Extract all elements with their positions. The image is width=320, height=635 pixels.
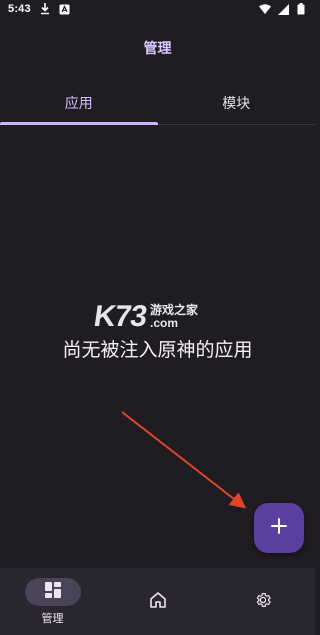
nav-item-home[interactable]	[105, 568, 210, 635]
signal-icon	[277, 3, 289, 15]
add-app-button[interactable]	[254, 503, 304, 553]
download-icon	[39, 3, 51, 15]
tab-bar: 应用 模块	[0, 82, 315, 125]
status-right	[259, 3, 307, 15]
battery-icon	[295, 3, 307, 15]
app-notification-icon	[59, 3, 71, 15]
watermark: K73 游戏之家 .com	[91, 300, 198, 334]
empty-state-message: 尚无被注入原神的应用	[62, 339, 253, 361]
status-bar: 5:43	[0, 0, 315, 18]
tab-apps-label: 应用	[64, 96, 93, 112]
nav-pill-manage	[24, 577, 81, 606]
tab-modules[interactable]: 模块	[158, 82, 316, 124]
nav-item-manage[interactable]: 管理	[0, 568, 105, 635]
settings-icon	[254, 591, 272, 613]
nav-pill-settings	[235, 588, 291, 616]
home-icon	[149, 591, 167, 613]
tab-apps[interactable]: 应用	[0, 82, 158, 125]
wifi-icon	[259, 3, 271, 15]
bottom-navigation: 管理	[0, 568, 315, 635]
dashboard-icon	[44, 581, 61, 602]
status-left: 5:43	[8, 3, 71, 15]
watermark-text: 游戏之家 .com	[150, 304, 198, 330]
watermark-logo: K73	[91, 300, 149, 333]
tab-indicator	[0, 122, 158, 125]
tab-modules-label: 模块	[222, 96, 251, 112]
page-title: 管理	[143, 41, 172, 57]
nav-pill-home	[130, 588, 186, 616]
nav-label-manage: 管理	[41, 611, 64, 625]
watermark-line2: .com	[150, 316, 179, 330]
nav-item-settings[interactable]	[210, 568, 315, 635]
status-time: 5:43	[8, 3, 31, 15]
plus-icon	[271, 518, 287, 538]
